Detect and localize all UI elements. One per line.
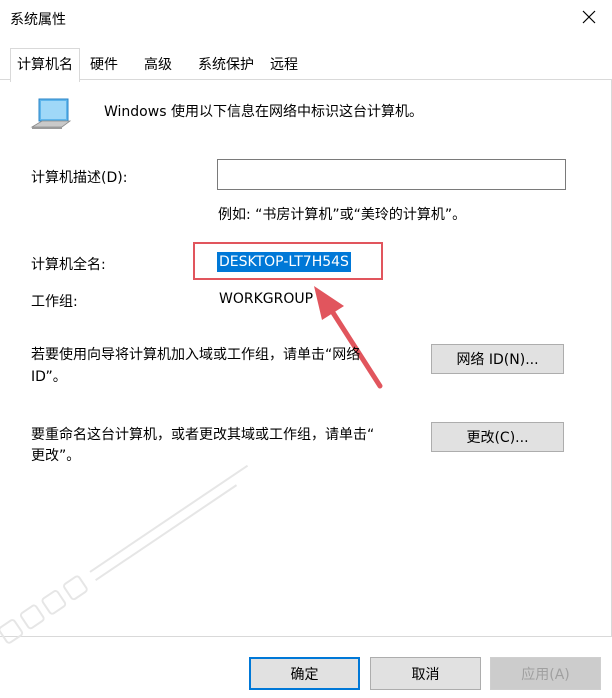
description-input[interactable]: [217, 159, 566, 190]
tab-system-protection[interactable]: 系统保护: [194, 52, 258, 76]
network-id-button[interactable]: 网络 ID(N)...: [431, 344, 564, 374]
tab-hardware[interactable]: 硬件: [86, 52, 122, 76]
close-button[interactable]: [566, 0, 612, 34]
annotation-arrow-icon: [314, 286, 383, 389]
window-title: 系统属性: [10, 12, 66, 28]
full-name-value[interactable]: DESKTOP-LT7H54S: [217, 252, 351, 272]
rename-text-line2: 更改”。: [31, 448, 81, 464]
apply-button[interactable]: 应用(A): [490, 657, 601, 690]
computer-monitor-icon: [30, 98, 72, 129]
workgroup-label: 工作组:: [31, 294, 78, 310]
tab-bar: 计算机名 硬件 高级 系统保护 远程: [8, 48, 604, 82]
cancel-button[interactable]: 取消: [370, 657, 481, 690]
full-name-label: 计算机全名:: [31, 257, 106, 273]
ok-button[interactable]: 确定: [249, 657, 360, 690]
network-id-text-line1: 若要使用向导将计算机加入域或工作组，请单击“网络: [31, 347, 361, 363]
tab-remote[interactable]: 远程: [266, 52, 302, 76]
rename-text-line1: 要重命名这台计算机，或者更改其域或工作组，请单击“: [31, 427, 375, 443]
tab-computer-name[interactable]: 计算机名: [10, 48, 80, 82]
close-icon: [582, 10, 596, 24]
network-id-text-line2: ID”。: [31, 369, 67, 385]
tab-advanced[interactable]: 高级: [140, 52, 176, 76]
intro-text: Windows 使用以下信息在网络中标识这台计算机。: [104, 104, 423, 120]
title-bar: 系统属性: [0, 0, 612, 38]
description-label: 计算机描述(D):: [31, 170, 128, 186]
description-hint: 例如: “书房计算机”或“美玲的计算机”。: [218, 207, 467, 223]
change-button[interactable]: 更改(C)...: [431, 422, 564, 452]
